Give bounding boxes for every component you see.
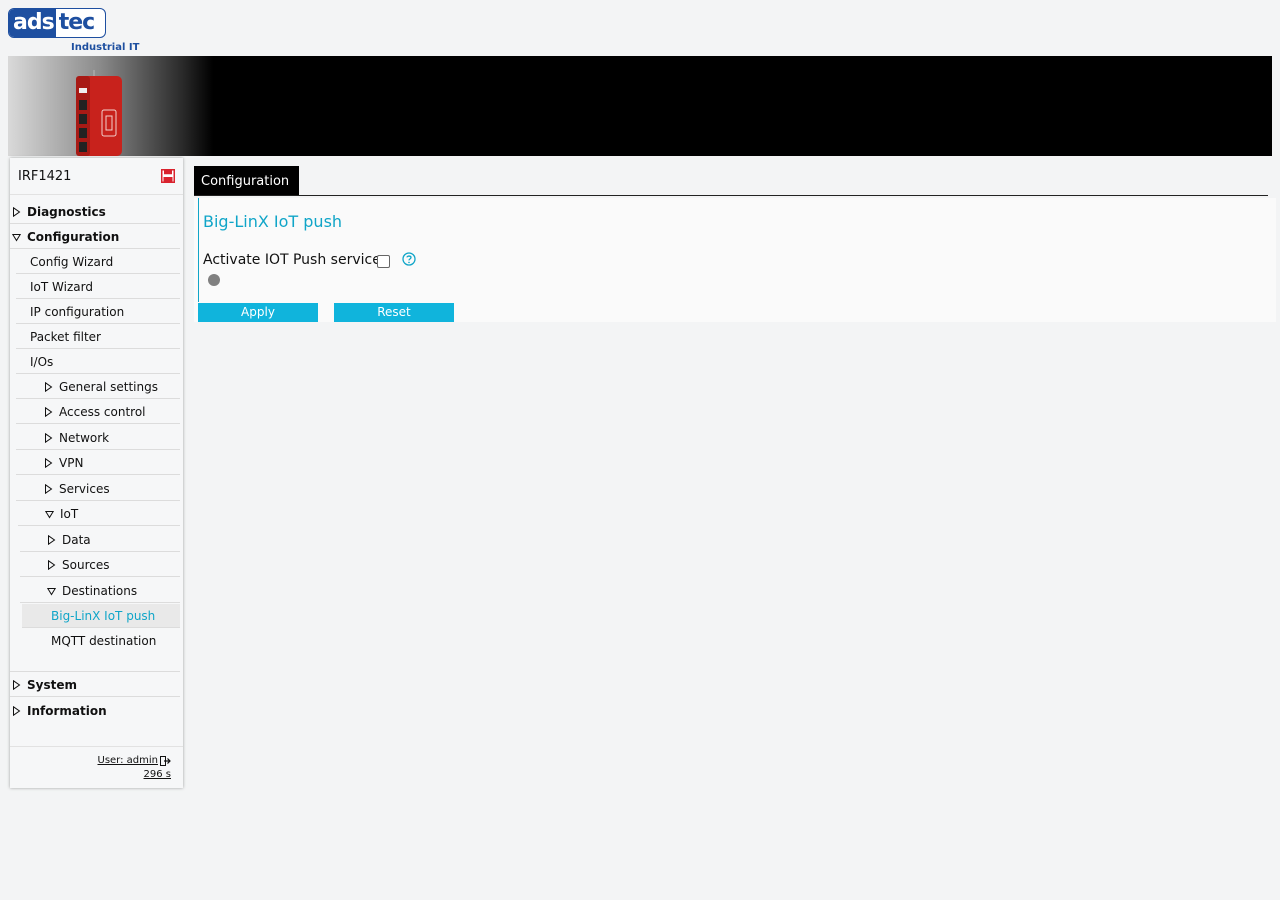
sidebar-item-packet-filter[interactable]: Packet filter: [16, 325, 180, 349]
sidebar-item-access-control[interactable]: Access control: [16, 400, 180, 424]
chevron-right-icon: [13, 679, 21, 690]
reset-button[interactable]: Reset: [334, 303, 454, 322]
content-panel: Big-LinX IoT push Activate IOT Push serv…: [194, 198, 1276, 322]
logo-subtitle: Industrial IT: [71, 42, 140, 53]
logo-ads-text: ads: [9, 9, 56, 37]
sidebar-item-label: General settings: [59, 379, 158, 394]
sidebar-item-label: MQTT destination: [51, 634, 157, 648]
sidebar-header: IRF1421: [10, 158, 183, 195]
user-logout-link[interactable]: User: admin: [98, 755, 172, 766]
user-label: User: admin: [97, 755, 159, 766]
chevron-right-icon: [45, 483, 53, 494]
apply-button[interactable]: Apply: [198, 303, 318, 322]
chevron-right-icon: [45, 406, 53, 417]
sidebar-item-network[interactable]: Network: [16, 426, 180, 450]
adstec-logo: ads tec Industrial IT: [8, 8, 140, 54]
sidebar-item-label: Destinations: [62, 583, 138, 598]
sidebar-item-ios[interactable]: I/Os: [16, 350, 180, 374]
chevron-right-icon: [13, 706, 21, 716]
activate-iot-push-label: Activate IOT Push service:: [203, 252, 386, 268]
sidebar-item-diagnostics[interactable]: Diagnostics: [10, 200, 180, 224]
sidebar-item-label: Big-LinX IoT push: [51, 608, 156, 623]
device-name: IRF1421: [18, 169, 72, 184]
sidebar-item-label: Information: [27, 704, 107, 718]
sidebar-item-destinations[interactable]: Destinations: [20, 579, 180, 603]
status-indicator-dot: [208, 274, 220, 286]
sidebar-item-label: I/Os: [30, 354, 54, 369]
tab-underline: [194, 195, 1268, 196]
header-banner: [8, 56, 1272, 156]
sidebar-item-configuration[interactable]: Configuration: [10, 225, 180, 249]
sidebar-item-services[interactable]: Services: [16, 477, 180, 501]
sidebar-item-label: Data: [62, 532, 91, 547]
sidebar-item-label: Network: [59, 430, 110, 445]
chevron-right-icon: [45, 381, 53, 392]
sidebar: IRF1421 Diagnostics Configuration Config…: [10, 158, 183, 788]
chevron-down-icon: [12, 233, 21, 241]
sidebar-item-label: VPN: [59, 455, 84, 470]
sidebar-item-iot-wizard[interactable]: IoT Wizard: [16, 275, 180, 299]
sidebar-item-label: Configuration: [27, 229, 120, 244]
logo-box: ads tec: [8, 8, 106, 38]
sidebar-footer: User: admin 296 s: [10, 746, 183, 789]
logo-tec-text: tec: [58, 10, 95, 35]
sidebar-item-label: Sources: [62, 557, 110, 572]
router-device-image: [76, 70, 122, 156]
sidebar-item-data[interactable]: Data: [20, 528, 180, 552]
sidebar-item-label: System: [27, 677, 77, 692]
sidebar-item-label: Diagnostics: [27, 204, 106, 219]
page-title: Big-LinX IoT push: [203, 212, 343, 231]
sidebar-item-label: Access control: [59, 404, 146, 419]
sidebar-divider: [10, 648, 180, 672]
tab-configuration[interactable]: Configuration: [194, 166, 299, 196]
sidebar-item-label: IoT Wizard: [30, 279, 93, 294]
chevron-down-icon: [47, 587, 56, 595]
chevron-right-icon: [45, 432, 53, 443]
logout-icon: [160, 755, 171, 766]
sidebar-item-information[interactable]: Information: [10, 699, 180, 723]
sidebar-item-ip-configuration[interactable]: IP configuration: [16, 300, 180, 324]
sidebar-item-label: Packet filter: [30, 329, 101, 344]
panel-accent-bar: [198, 198, 199, 302]
chevron-right-icon: [45, 457, 53, 468]
sidebar-item-label: Services: [59, 481, 110, 496]
chevron-right-icon: [13, 206, 21, 217]
sidebar-item-label: IoT: [60, 506, 79, 521]
sidebar-item-label: IP configuration: [30, 304, 125, 319]
save-icon[interactable]: [161, 169, 175, 183]
sidebar-item-system[interactable]: System: [10, 673, 180, 697]
sidebar-item-general-settings[interactable]: General settings: [16, 375, 180, 399]
activate-iot-push-checkbox[interactable]: [377, 255, 390, 268]
session-timer: 296 s: [143, 769, 171, 780]
sidebar-item-label: Config Wizard: [30, 254, 114, 269]
chevron-right-icon: [48, 534, 56, 545]
sidebar-item-vpn[interactable]: VPN: [16, 451, 180, 475]
help-icon[interactable]: [402, 252, 416, 266]
chevron-down-icon: [45, 510, 54, 518]
sidebar-item-iot[interactable]: IoT: [18, 502, 180, 526]
chevron-right-icon: [48, 559, 56, 570]
sidebar-item-sources[interactable]: Sources: [20, 553, 180, 577]
sidebar-item-config-wizard[interactable]: Config Wizard: [16, 250, 180, 274]
sidebar-item-big-linx-iot-push[interactable]: Big-LinX IoT push: [22, 604, 180, 628]
